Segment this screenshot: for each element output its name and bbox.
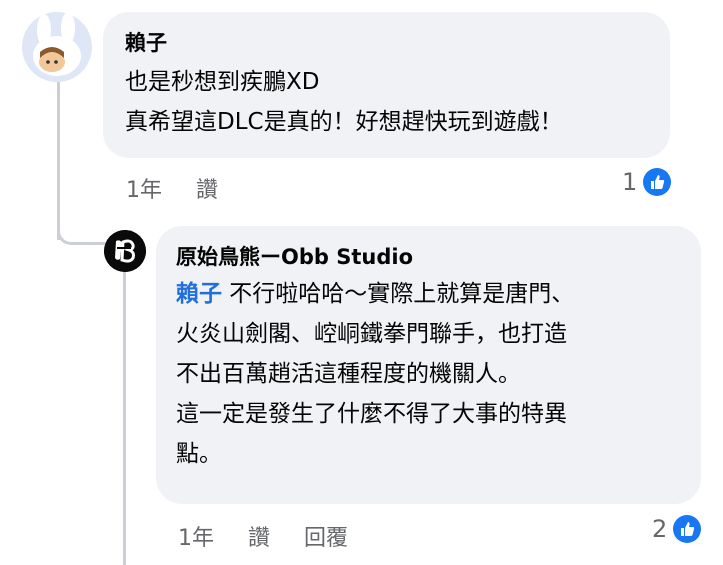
like-reaction-icon [673, 515, 702, 543]
thread-connector-vertical [57, 80, 60, 240]
comment-timestamp[interactable]: 1年 [126, 172, 162, 204]
thread-connector-curve [57, 220, 105, 245]
reply-timestamp[interactable]: 1年 [178, 520, 214, 552]
reply-reaction-count: 2 [652, 515, 668, 543]
reply-author[interactable]: 原始鳥熊ーObb Studio [176, 242, 681, 272]
comment-text: 也是秒想到疾鵬XD 真希望這DLC是真的！好想趕快玩到遊戲！ [125, 69, 563, 135]
reply-thread-line [123, 272, 126, 565]
reply-body: 不行啦哈哈～實際上就算是唐門、 火炎山劍閣、崆峒鐵拳門聯手，也打造 不出百萬趙活… [176, 281, 575, 467]
reply-like-button[interactable]: 讚 [248, 520, 270, 552]
like-button[interactable]: 讚 [196, 172, 218, 204]
comment-author[interactable]: 賴子 [125, 28, 648, 58]
comment-bubble: 賴子 也是秒想到疾鵬XD 真希望這DLC是真的！好想趕快玩到遊戲！ [103, 12, 670, 158]
mention-tag[interactable]: 賴子 [176, 281, 222, 307]
reply-reaction-summary[interactable]: 2 [652, 515, 702, 543]
page-avatar[interactable] [104, 230, 146, 272]
reply-bubble: 原始鳥熊ーObb Studio 賴子 不行啦哈哈～實際上就算是唐門、 火炎山劍閣… [156, 226, 701, 504]
reply-reply-button[interactable]: 回覆 [304, 520, 348, 552]
bunny-avatar-icon [22, 12, 92, 82]
reaction-count: 1 [622, 168, 638, 196]
like-reaction-icon [643, 168, 672, 196]
reaction-summary[interactable]: 1 [622, 168, 672, 196]
reply-actions: 1年 讚 回覆 [178, 520, 382, 552]
comment-actions: 1年 讚 [126, 172, 252, 204]
user-avatar[interactable] [22, 12, 92, 82]
reply-text: 賴子 不行啦哈哈～實際上就算是唐門、 火炎山劍閣、崆峒鐵拳門聯手，也打造 不出百… [176, 274, 681, 474]
obb-studio-logo-icon [104, 230, 146, 272]
